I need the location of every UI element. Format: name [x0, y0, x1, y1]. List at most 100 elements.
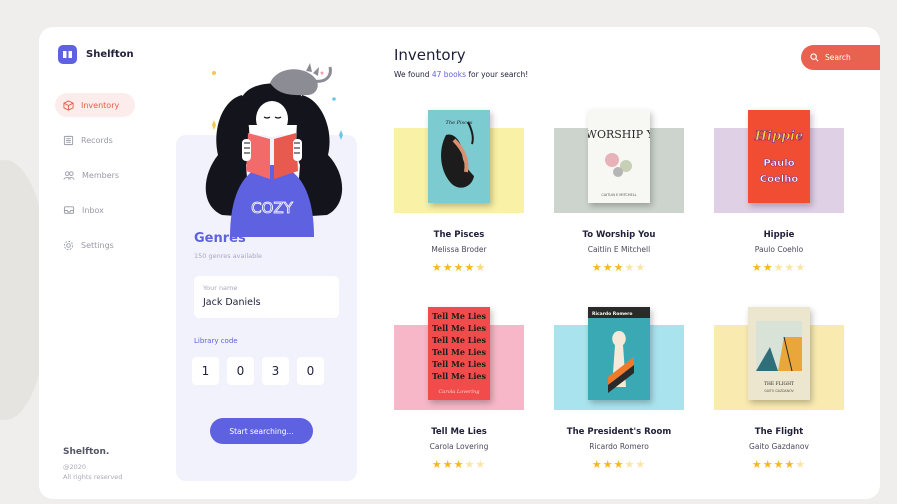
book-author: Melissa Broder [431, 245, 487, 254]
inbox-icon [63, 205, 75, 214]
book-title[interactable]: The Pisces [394, 230, 524, 240]
star-icon: ★ [453, 261, 465, 274]
footer-brand: Shelfton. [63, 447, 110, 457]
book-card[interactable]: Hippie Paulo Coelho Hippie Paulo Coehlo … [714, 110, 844, 290]
star-icon: ★ [431, 458, 443, 471]
book-card[interactable]: Tell Me Lies Tell Me Lies Tell Me Lies T… [394, 307, 524, 487]
book-author: Carola Lovering [429, 442, 489, 451]
cover-author: CAITLIN E MITCHELL [601, 193, 636, 197]
star-icon: ★ [751, 458, 763, 471]
sidebar-item-label: Settings [81, 240, 114, 250]
cover-author: Carola Lovering [439, 389, 480, 395]
svg-text:Tell Me Lies: Tell Me Lies [432, 347, 486, 357]
book-title[interactable]: To Worship You [554, 230, 684, 240]
svg-text:Tell Me Lies: Tell Me Lies [432, 323, 486, 333]
book-cover[interactable]: Hippie Paulo Coelho [748, 110, 810, 203]
star-icon: ★ [773, 458, 785, 471]
cover-author: GAITO GAZDANOV [764, 389, 794, 393]
name-field[interactable]: Your name Jack Daniels [194, 276, 339, 318]
sidebar-item-label: Members [82, 170, 120, 180]
sidebar-item-records[interactable]: Records [55, 128, 135, 152]
footer-year: @2020 [63, 463, 87, 471]
book-card[interactable]: The Pisces The Pisces Melissa Broder ★★★… [394, 110, 524, 290]
book-author: Paulo Coehlo [754, 245, 804, 254]
sidebar-item-members[interactable]: Members [55, 163, 135, 187]
results-count: 47 books [431, 70, 466, 79]
star-rating: ★★★★★ [714, 458, 844, 471]
star-rating: ★★★★★ [714, 261, 844, 274]
svg-text:Tell Me Lies: Tell Me Lies [432, 335, 486, 345]
star-icon: ★ [602, 261, 614, 274]
code-digit[interactable]: 1 [192, 357, 219, 385]
footer-rights: All rights reserved [63, 473, 123, 481]
sidebar-item-label: Inbox [82, 205, 104, 215]
start-searching-button[interactable]: Start searching... [210, 418, 313, 444]
star-icon: ★ [795, 458, 807, 471]
book-author: Caitlin E Mitchell [587, 245, 651, 254]
book-title[interactable]: The Flight [714, 427, 844, 437]
book-cover[interactable]: The Pisces [428, 110, 490, 203]
cover-title: THE FLIGHT [764, 381, 794, 387]
star-icon: ★ [795, 261, 807, 274]
svg-text:Coelho: Coelho [760, 174, 799, 185]
sidebar-item-label: Inventory [81, 100, 120, 110]
star-icon: ★ [442, 261, 454, 274]
brand[interactable]: Shelfton [58, 45, 134, 64]
book-title[interactable]: Hippie [714, 230, 844, 240]
results-prefix: We found [394, 70, 432, 79]
name-field-value[interactable]: Jack Daniels [203, 297, 330, 308]
code-digit[interactable]: 3 [262, 357, 289, 385]
sidebar-item-settings[interactable]: Settings [55, 233, 135, 257]
star-icon: ★ [453, 458, 465, 471]
search-button-label: Search [825, 53, 851, 62]
book-title[interactable]: Tell Me Lies [394, 427, 524, 437]
star-icon: ★ [762, 458, 774, 471]
star-rating: ★★★★★ [394, 261, 524, 274]
results-summary: We found 47 books for your search! [394, 70, 528, 79]
book-author: Ricardo Romero [589, 442, 649, 451]
sidebar-footer: Shelfton. @2020 All rights reserved [63, 447, 122, 482]
sidebar-item-label: Records [81, 135, 113, 145]
book-card[interactable]: Ricardo Romero The President's Room Rica… [554, 307, 684, 487]
reading-girl-illustration: COZY [205, 63, 343, 237]
search-button[interactable]: Search [801, 45, 880, 70]
book-card[interactable]: THE FLIGHT GAITO GAZDANOV The Flight Gai… [714, 307, 844, 487]
star-icon: ★ [635, 458, 647, 471]
star-icon: ★ [762, 261, 774, 274]
svg-text:Paulo: Paulo [763, 158, 794, 169]
results-suffix: for your search! [465, 70, 529, 79]
star-icon: ★ [773, 261, 785, 274]
star-icon: ★ [602, 458, 614, 471]
star-icon: ★ [464, 261, 476, 274]
star-icon: ★ [613, 458, 625, 471]
sidebar-item-inventory[interactable]: Inventory [55, 93, 135, 117]
code-digit[interactable]: 0 [297, 357, 324, 385]
book-cover[interactable]: Tell Me Lies Tell Me Lies Tell Me Lies T… [428, 307, 490, 400]
book-logo-icon [58, 45, 77, 64]
sidebar-item-inbox[interactable]: Inbox [55, 198, 135, 222]
star-rating: ★★★★★ [394, 458, 524, 471]
book-cover[interactable]: TO WORSHIP YOU CAITLIN E MITCHELL [588, 110, 650, 203]
svg-text:Tell Me Lies: Tell Me Lies [432, 359, 486, 369]
star-rating: ★★★★★ [554, 458, 684, 471]
star-icon: ★ [442, 458, 454, 471]
svg-text:The Pisces: The Pisces [446, 120, 473, 126]
app-window: Shelfton Inventory Records Members Inbox… [39, 27, 880, 499]
book-cover[interactable]: Ricardo Romero [588, 307, 650, 400]
book-title[interactable]: The President's Room [554, 427, 684, 437]
code-digit[interactable]: 0 [227, 357, 254, 385]
star-icon: ★ [464, 458, 476, 471]
star-icon: ★ [624, 458, 636, 471]
book-cover[interactable]: THE FLIGHT GAITO GAZDANOV [748, 307, 810, 400]
genres-title: Genres [194, 231, 246, 246]
sidebar-nav: Inventory Records Members Inbox Settings [55, 93, 135, 268]
star-icon: ★ [475, 458, 487, 471]
genres-subtitle: 150 genres available [194, 252, 263, 260]
brand-name: Shelfton [86, 49, 134, 60]
book-card[interactable]: TO WORSHIP YOU CAITLIN E MITCHELL To Wor… [554, 110, 684, 290]
star-icon: ★ [784, 261, 796, 274]
star-rating: ★★★★★ [554, 261, 684, 274]
star-icon: ★ [635, 261, 647, 274]
svg-text:Tell Me Lies: Tell Me Lies [432, 371, 486, 381]
search-icon [810, 53, 819, 62]
